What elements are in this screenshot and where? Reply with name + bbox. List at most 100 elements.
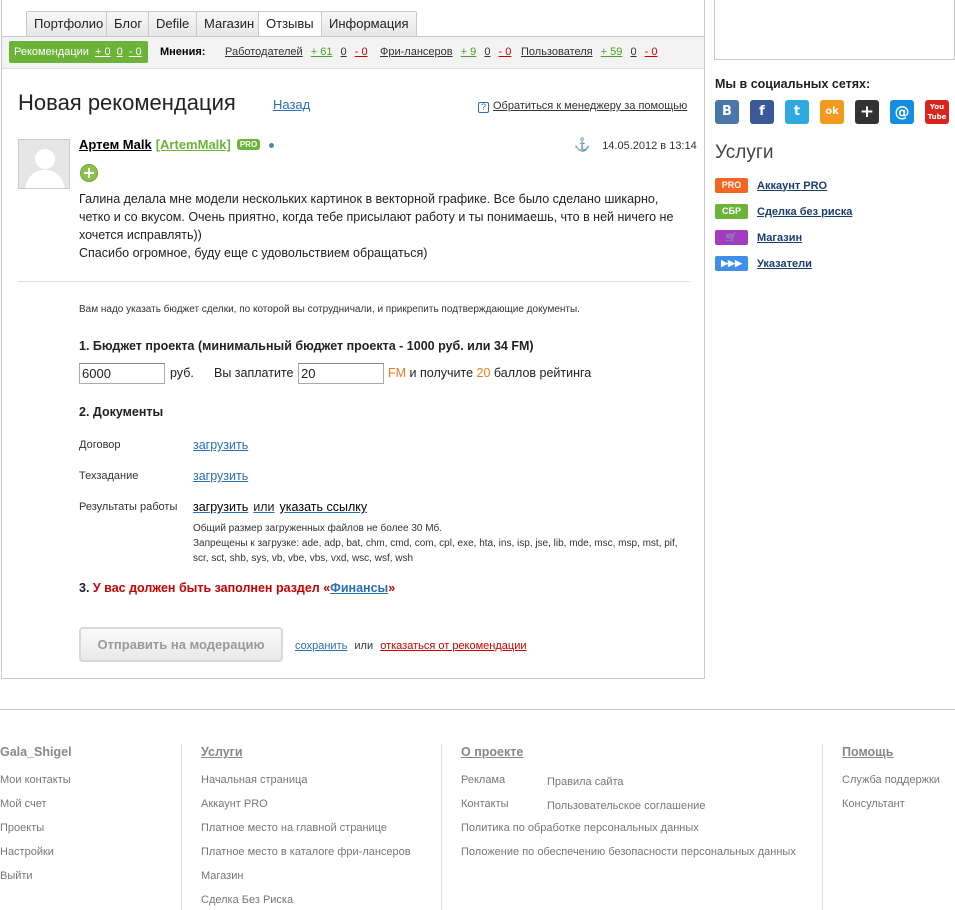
vk-icon[interactable]: B xyxy=(715,100,739,124)
opinions-employers-link[interactable]: Работодателей xyxy=(225,46,303,58)
services-title: Услуги xyxy=(715,142,774,163)
review-text-thanks: Спасибо огромное, буду еще с удовольстви… xyxy=(79,246,428,260)
footer-link[interactable]: Консультант xyxy=(842,798,940,822)
review-date-text: 14.05.2012 в 13:14 xyxy=(602,140,697,152)
save-link[interactable]: сохранить xyxy=(295,640,347,652)
recommendations-pill[interactable]: Рекомендации + 0 0 - 0 xyxy=(9,41,148,63)
twitter-icon[interactable]: t xyxy=(785,100,809,124)
service-pro-link[interactable]: Аккаунт PRO xyxy=(757,180,827,192)
budget-input[interactable]: 6000 xyxy=(79,363,165,384)
question-icon: ? xyxy=(478,102,489,113)
upload-size-limit: Общий размер загруженных файлов не более… xyxy=(193,523,443,534)
opinions-users-link[interactable]: Пользователя xyxy=(521,46,593,58)
finance-link[interactable]: Финансы xyxy=(330,581,388,595)
rec-negative[interactable]: - 0 xyxy=(129,46,142,58)
opinions-employers-positive[interactable]: + 61 xyxy=(311,46,333,58)
anchor-icon[interactable]: ⚓ xyxy=(574,137,590,152)
pay-input[interactable]: 20 xyxy=(298,363,384,384)
doc-row-contract: Договор загрузить xyxy=(79,438,248,452)
tab-reviews[interactable]: Отзывы xyxy=(258,11,322,38)
youtube-icon[interactable]: You Tube xyxy=(925,100,949,124)
opinions-freelancers-negative[interactable]: - 0 xyxy=(499,46,512,58)
facebook-icon[interactable]: f xyxy=(750,100,774,124)
avatar[interactable] xyxy=(18,139,70,189)
service-pointers[interactable]: ▶▶▶ Указатели xyxy=(715,256,812,271)
safe-deal-badge: СБР xyxy=(715,204,748,219)
footer-help-title[interactable]: Помощь xyxy=(842,745,940,759)
tab-info[interactable]: Информация xyxy=(321,11,417,37)
footer-link[interactable]: Платное место в каталоге фри-лансеров xyxy=(201,846,411,870)
tab-defile[interactable]: Defile xyxy=(148,11,198,37)
author-name[interactable]: Артем Malk xyxy=(79,137,152,152)
footer-link[interactable]: Начальная страница xyxy=(201,774,411,798)
footer-divider-2 xyxy=(441,744,442,910)
opinions-users-neutral[interactable]: 0 xyxy=(630,46,636,58)
footer-link[interactable]: Аккаунт PRO xyxy=(201,798,411,822)
send-to-moderation-button[interactable]: Отправить на модерацию xyxy=(79,627,283,662)
finance-warning: 3. У вас должен быть заполнен раздел «Фи… xyxy=(79,581,395,595)
review-text: Галина делала мне модели нескольких карт… xyxy=(79,190,691,262)
upload-contract-link[interactable]: загрузить xyxy=(193,438,248,452)
opinions-freelancers: Фри-лансеров + 9 0 - 0 xyxy=(380,46,511,58)
divider xyxy=(18,281,690,282)
opinions-users-negative[interactable]: - 0 xyxy=(645,46,658,58)
mailru-icon[interactable]: @ xyxy=(890,100,914,124)
footer-link[interactable]: Платное место на главной странице xyxy=(201,822,411,846)
footer-link[interactable]: Выйти xyxy=(0,870,72,894)
googleplus-icon[interactable]: + xyxy=(855,100,879,124)
tab-blog[interactable]: Блог xyxy=(106,11,151,37)
social-title: Мы в социальных сетях: xyxy=(715,77,871,91)
manager-help[interactable]: ? Обратиться к менеджеру за помощью xyxy=(478,100,687,113)
opinions-employers-neutral[interactable]: 0 xyxy=(341,46,347,58)
footer-about-title[interactable]: О проекте xyxy=(461,745,796,759)
finance-warning-number: 3. xyxy=(79,581,90,595)
footer-user-title: Gala_Shigel xyxy=(0,745,72,759)
opinions-freelancers-link[interactable]: Фри-лансеров xyxy=(380,46,453,58)
service-pro[interactable]: PRO Аккаунт PRO xyxy=(715,178,827,193)
footer-link[interactable]: Сделка Без Риска xyxy=(201,894,411,910)
footer-link[interactable]: Проекты xyxy=(0,822,72,846)
doc-row-results: Результаты работы загрузить или указать сс… xyxy=(79,500,367,514)
rating-points-label: баллов рейтинга xyxy=(493,366,592,380)
footer-link[interactable]: Политика по обработке персональных данны… xyxy=(461,822,796,846)
service-pointers-link[interactable]: Указатели xyxy=(757,258,812,270)
tab-portfolio[interactable]: Портфолио xyxy=(26,11,112,37)
back-link[interactable]: Назад xyxy=(273,97,310,112)
footer-services-title[interactable]: Услуги xyxy=(201,745,411,759)
footer-link[interactable]: Служба поддержки xyxy=(842,774,940,798)
documents-heading: 2. Документы xyxy=(79,405,164,419)
service-shop[interactable]: 🛒 Магазин xyxy=(715,230,802,245)
footer-link[interactable]: Пользовательское соглашение xyxy=(547,800,705,824)
footer-link[interactable]: Настройки xyxy=(0,846,72,870)
pay-label: Вы заплатите xyxy=(214,366,294,380)
footer-link[interactable]: Мой счет xyxy=(0,798,72,822)
decline-recommendation-link[interactable]: отказаться от рекомендации xyxy=(380,640,526,652)
footer-link[interactable]: Правила сайта xyxy=(547,776,705,800)
sidebar-box xyxy=(714,0,955,60)
opinions-users: Пользователя + 59 0 - 0 xyxy=(521,46,657,58)
author-login[interactable]: [ArtemMalk] xyxy=(156,137,231,152)
footer-link[interactable]: Магазин xyxy=(201,870,411,894)
odnoklassniki-icon[interactable]: ok xyxy=(820,100,844,124)
rec-positive[interactable]: + 0 xyxy=(95,46,111,58)
footer-link[interactable]: Положение по обеспечению безопасности пе… xyxy=(461,846,796,870)
rec-neutral[interactable]: 0 xyxy=(117,46,123,58)
tab-shop[interactable]: Магазин xyxy=(196,11,263,37)
service-safe-deal-link[interactable]: Сделка без риска xyxy=(757,206,852,218)
opinions-employers: Работодателей + 61 0 - 0 xyxy=(225,46,368,58)
manager-help-link[interactable]: Обратиться к менеджеру за помощью xyxy=(493,100,687,112)
service-safe-deal[interactable]: СБР Сделка без риска xyxy=(715,204,852,219)
avatar-placeholder-icon xyxy=(19,140,69,188)
opinions-freelancers-positive[interactable]: + 9 xyxy=(461,46,477,58)
footer-link[interactable]: Мои контакты xyxy=(0,774,72,798)
opinions-users-positive[interactable]: + 59 xyxy=(601,46,623,58)
upload-forbidden-types: Запрещены к загрузке: ade, adp, bat, chm… xyxy=(193,538,678,564)
page-title: Новая рекомендация xyxy=(18,90,236,115)
specify-link-link[interactable]: указать ссылку xyxy=(280,500,368,514)
fm-label: FM xyxy=(388,366,407,380)
upload-results-link[interactable]: загрузить xyxy=(193,500,248,514)
upload-spec-link[interactable]: загрузить xyxy=(193,469,248,483)
opinions-employers-negative[interactable]: - 0 xyxy=(355,46,368,58)
service-shop-link[interactable]: Магазин xyxy=(757,232,802,244)
opinions-freelancers-neutral[interactable]: 0 xyxy=(484,46,490,58)
